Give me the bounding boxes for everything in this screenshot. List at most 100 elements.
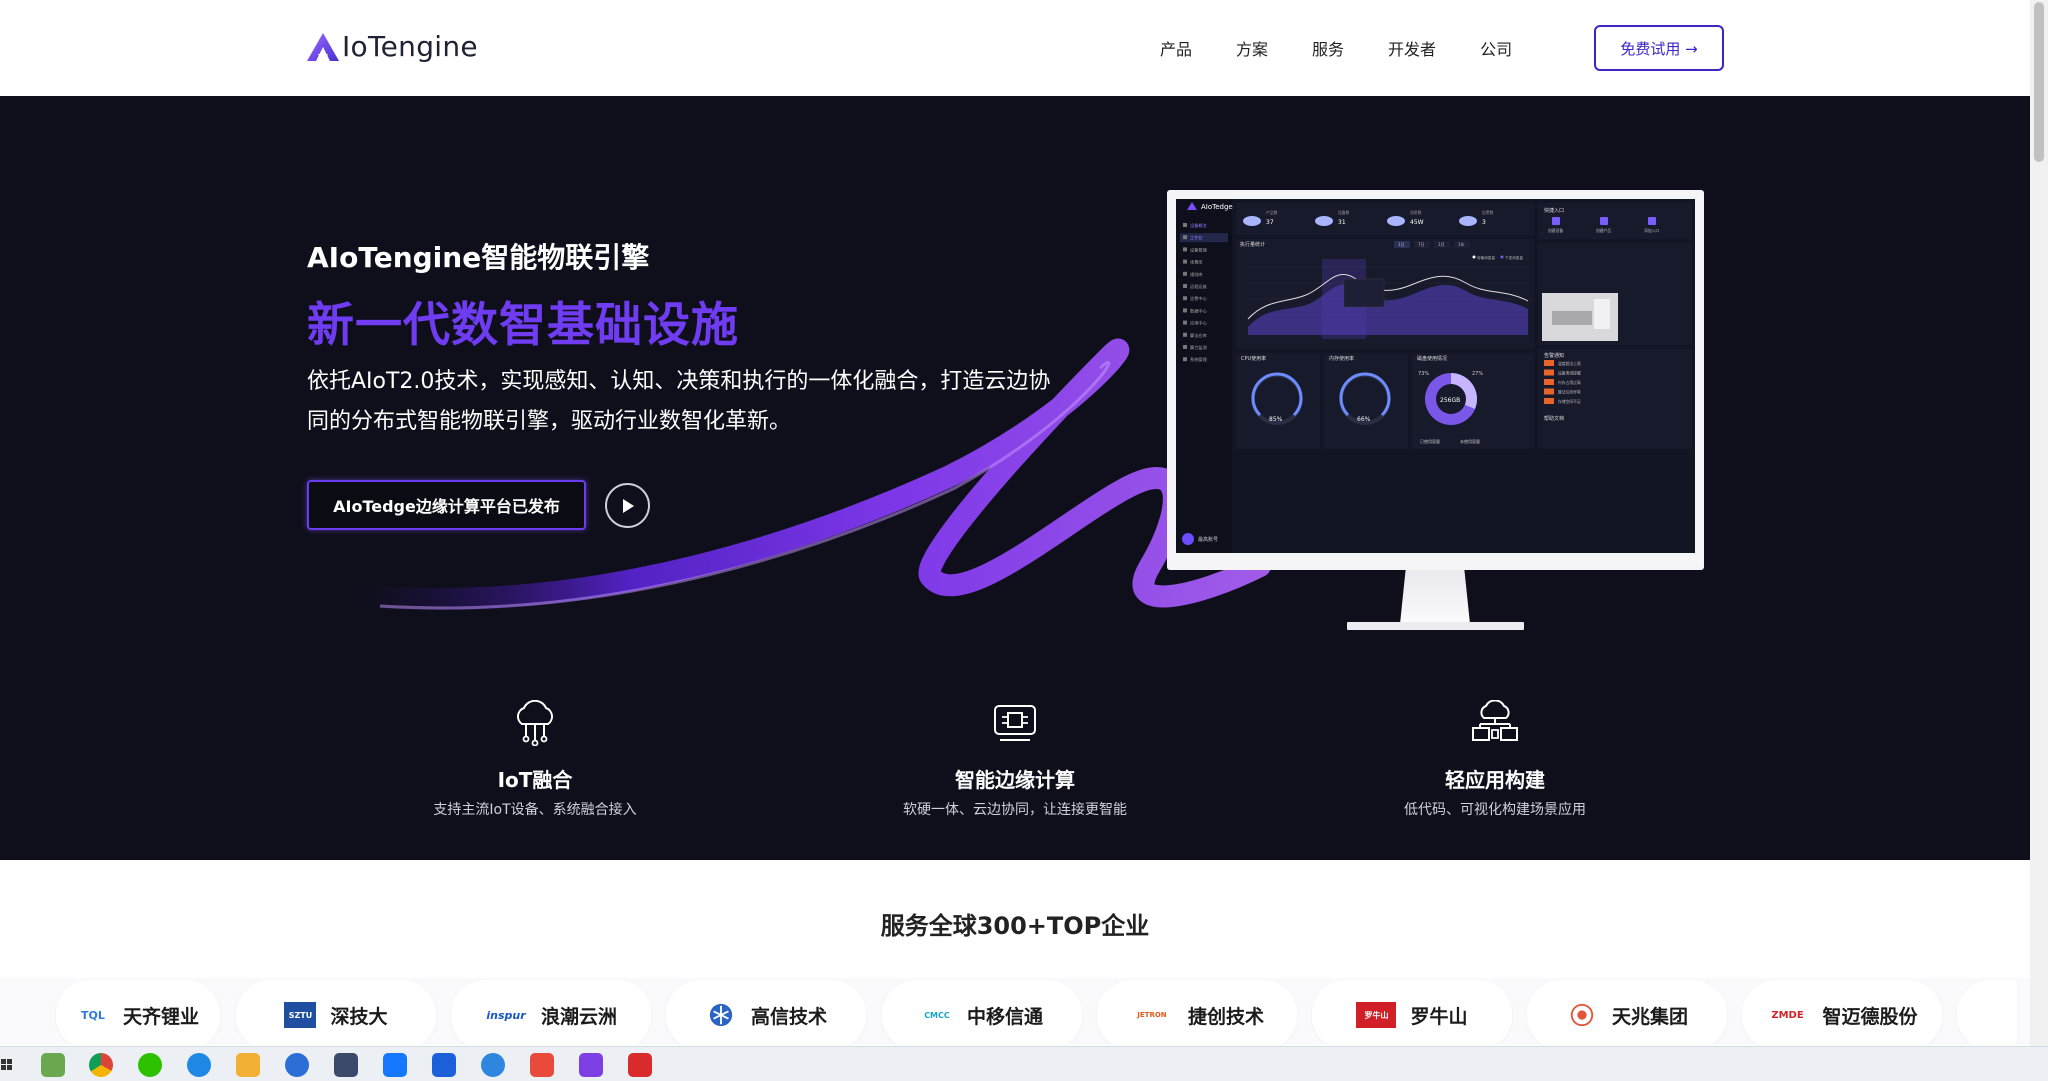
edge-release-button[interactable]: AIoTedge边缘计算平台已发布 (307, 480, 586, 530)
menu-item-icon (1183, 259, 1187, 264)
browser-icon[interactable] (481, 1053, 505, 1077)
edge-computing-icon (994, 705, 1036, 741)
dashboard-menu-item: 设备概览 (1190, 222, 1207, 229)
dashboard-screen: AIoTedge 设备概览 工作台 设备管理 场景库 规则库 远程运维 告警中心 数据中心 应用… (1176, 199, 1695, 553)
client-card-jetron[interactable]: JETRON 捷创技术 (1097, 980, 1297, 1050)
nav-item-solutions[interactable]: 方案 (1236, 36, 1268, 60)
client-card-tianqi[interactable]: TQL 天齐锂业 (56, 980, 220, 1050)
disk-free: 27% (1472, 371, 1483, 377)
chart-legend-label: 下发消息量 (1505, 255, 1523, 260)
hero-subtitle: AIoTengine智能物联引擎 (307, 241, 650, 274)
chrome-icon[interactable] (89, 1053, 113, 1077)
menu-item-icon (1183, 247, 1187, 252)
chat-icon[interactable] (187, 1053, 211, 1077)
nav-item-company[interactable]: 公司 (1480, 36, 1512, 60)
dashboard-brand: AIoTedge (1201, 203, 1233, 211)
client-name: 中移信通 (966, 1005, 1043, 1028)
logo-a-icon (307, 32, 339, 61)
hero-title: 新一代数智基础设施 (307, 298, 739, 353)
alarm-title: 告警通知 (1544, 352, 1564, 359)
feishu-icon[interactable] (383, 1053, 407, 1077)
dashboard-preview: AIoTedge 设备概览工作台设备管理场景库规则库远程运维告警中心数据中心应用… (1176, 199, 1692, 553)
stat-icon (1243, 216, 1261, 226)
os-taskbar (0, 1046, 2048, 1081)
chart-legend-label: 传输消息量 (1477, 255, 1495, 260)
monitor-base (1347, 622, 1524, 630)
client-card-zmde[interactable]: ZMDE 智迈德股份 (1742, 980, 1942, 1050)
dashboard-monitor: AIoTedge 设备概览 工作台 设备管理 场景库 规则库 远程运维 告警中心 数据中心 应用… (1167, 190, 1704, 570)
feature-title: 智能边缘计算 (955, 768, 1075, 792)
client-card-partial[interactable] (1957, 980, 2017, 1050)
zmde-logo-icon: ZMDE (1771, 1009, 1804, 1021)
sztu-logo-icon: SZTU (284, 1002, 317, 1028)
notepad-icon[interactable] (41, 1053, 65, 1077)
quick-entry-icon (1552, 217, 1560, 225)
app-icon[interactable] (579, 1053, 603, 1077)
free-trial-button[interactable]: 免费试用 → (1594, 25, 1724, 71)
alarm-item: 设备离线提醒 (1558, 371, 1581, 376)
mem-value: 66% (1357, 416, 1371, 423)
chart-tab-label: 1月 (1438, 242, 1445, 247)
cpu-title: CPU使用率 (1241, 355, 1266, 362)
quick-entry-item: 添加入口 (1644, 228, 1659, 233)
help-title: 帮助文档 (1544, 415, 1564, 422)
tianqi-logo-icon: TQL (81, 1008, 105, 1022)
wps-icon[interactable] (628, 1053, 652, 1077)
stat-label: 产品数 (1266, 210, 1278, 215)
client-card-sztu[interactable]: SZTU 深技大 (236, 980, 436, 1050)
client-card-gaoxin[interactable]: 高信技术 (666, 980, 866, 1050)
client-card-luoniushan[interactable]: 罗牛山 罗牛山 (1312, 980, 1512, 1050)
disk-legend-used: 已使用容量 (1420, 438, 1440, 444)
file-explorer-icon[interactable] (236, 1053, 260, 1077)
inspur-logo-icon: inspur (486, 1008, 526, 1022)
nav-item-services[interactable]: 服务 (1312, 36, 1344, 60)
menu-item-icon (1183, 271, 1187, 276)
disk-legend-free: 未使用容量 (1460, 438, 1480, 444)
dashboard-menu-item: 规则库 (1190, 271, 1203, 278)
scrollbar-thumb[interactable] (2034, 2, 2044, 162)
alarm-badge (1544, 360, 1554, 366)
wechat-icon[interactable] (138, 1053, 162, 1077)
dashboard-menu-item: 算法仓库 (1190, 332, 1207, 339)
client-card-inspur[interactable]: inspur 浪潮云洲 (451, 980, 651, 1050)
alarm-item: 温度超出上限 (1558, 361, 1581, 366)
feature-iot: IoT融合 支持主流IoT设备、系统融合接入 (345, 699, 725, 819)
stat-label: 告警数 (1482, 210, 1494, 215)
play-video-button[interactable] (605, 483, 650, 528)
stat-icon (1387, 216, 1405, 226)
feature-lowcode: 轻应用构建 低代码、可视化构建场景应用 (1305, 699, 1685, 819)
chart-legend-swatch (1500, 255, 1504, 259)
client-card-tianzhao[interactable]: 天兆集团 (1527, 980, 1727, 1050)
dashboard-menu-active (1180, 233, 1228, 243)
terminal-icon[interactable] (334, 1053, 358, 1077)
music-icon[interactable] (530, 1053, 554, 1077)
quick-entry-item: 创建设备 (1548, 228, 1563, 233)
start-icon[interactable] (0, 1053, 14, 1077)
menu-item-icon (1183, 357, 1187, 362)
dashboard-menu-item: 设备管理 (1190, 246, 1208, 253)
brand-logo[interactable]: IoTengine (306, 30, 478, 63)
monitor-stand (1400, 570, 1470, 624)
hero-section: AIoTengine智能物联引擎 新一代数智基础设施 依托AIoT2.0技术，实… (0, 96, 2030, 860)
feature-edge: 智能边缘计算 软硬一体、云边协同，让连接更智能 (825, 700, 1205, 819)
nav-item-developers[interactable]: 开发者 (1388, 36, 1436, 60)
quick-entry-item: 创建产品 (1596, 228, 1611, 233)
mem-title: 内存使用率 (1329, 355, 1354, 362)
hero-description: 依托AIoT2.0技术，实现感知、认知、决策和执行的一体化融合，打造云边协同的分… (307, 369, 1051, 434)
feature-desc: 软硬一体、云边协同，让连接更智能 (903, 802, 1127, 818)
stat-value: 37 (1266, 219, 1274, 226)
nav-item-products[interactable]: 产品 (1160, 36, 1192, 60)
shield-icon[interactable] (432, 1053, 456, 1077)
disk-title: 磁盘使用情况 (1417, 355, 1447, 362)
menu-item-icon (1183, 308, 1187, 313)
client-name: 高信技术 (750, 1005, 827, 1028)
menu-item-icon (1183, 332, 1187, 337)
luoniushan-logo-icon: 罗牛山 (1356, 1002, 1397, 1028)
chart-tab-label: 1日 (1398, 242, 1405, 247)
client-card-cmcc[interactable]: CMCC 中移信通 (882, 980, 1082, 1050)
stat-icon (1459, 216, 1477, 226)
disk-used: 73% (1418, 371, 1429, 377)
stat-value: 3 (1482, 219, 1486, 226)
page-scrollbar[interactable] (2030, 0, 2048, 1046)
search-icon[interactable] (285, 1053, 309, 1077)
